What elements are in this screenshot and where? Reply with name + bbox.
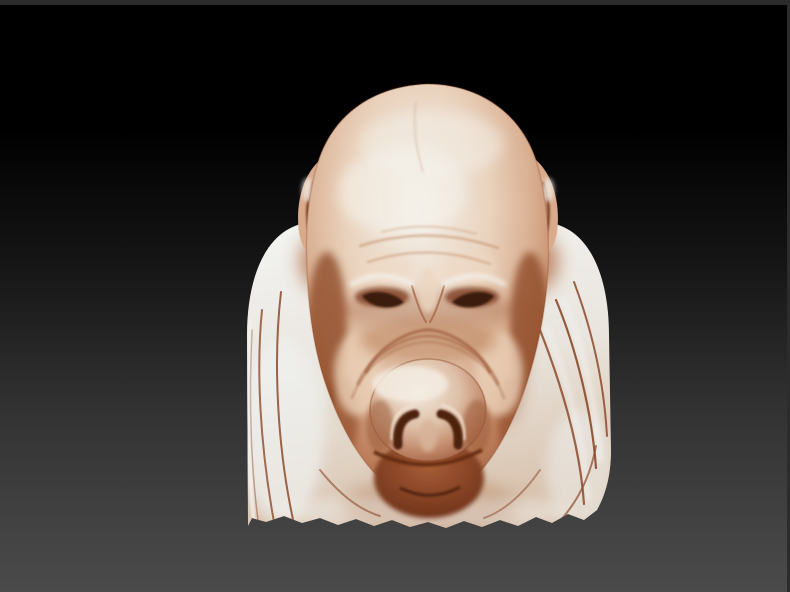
snout-right-shade — [463, 400, 491, 452]
snout-left-shade — [366, 400, 394, 452]
app-window — [0, 0, 790, 592]
window-top-edge — [0, 0, 790, 5]
snout-top-highlight — [372, 366, 448, 402]
septum-ridge — [419, 420, 437, 452]
viewport-canvas[interactable] — [0, 0, 790, 592]
